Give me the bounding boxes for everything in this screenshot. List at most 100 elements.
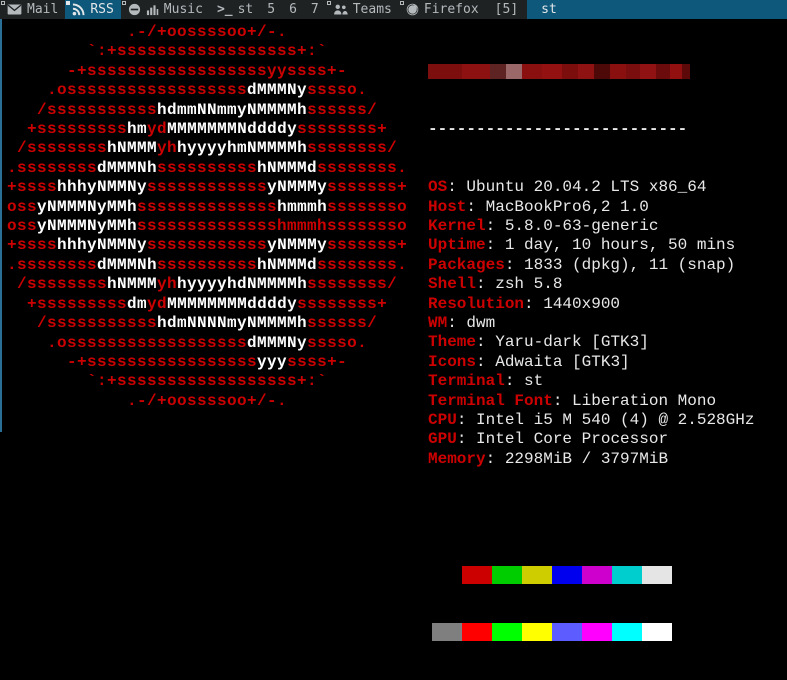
art-red-segment: +ssss [7,178,58,197]
client-indicator-hollow [121,1,126,5]
tag-label: Firefox [423,2,479,17]
art-white-segment: MMMMMMMMddddy [167,294,298,313]
ascii-art-line: +ssssssssshmydMMMMMMMNddddyssssssss+ [7,120,407,139]
equalizer-icon [146,3,159,16]
art-red-segment: yh [157,275,178,294]
ascii-art-line: +sssssssssdmydMMMMMMMMddddyssssssss+ [7,295,407,314]
window-title-area: st [527,0,787,19]
tag-5[interactable]: 5 [260,0,282,19]
tag-label: st [237,2,254,17]
info-row-resolution: Resolution: 1440x900 [428,295,754,314]
censor-block [522,64,542,79]
art-white-segment: hNMMMd [257,255,318,274]
art-red-segment: -+sssssssssssssssss [7,352,258,371]
info-label: Host [428,197,467,216]
info-separator: : [476,333,496,352]
art-red-segment: /sssssssssss [7,314,158,333]
tag-teams[interactable]: Teams [326,0,399,19]
info-row-host: Host: MacBookPro6,2 1.0 [428,198,754,217]
ascii-art-line: /sssssssshNMMMyhhyyyyhdNMMMMhssssssss/ [7,275,407,294]
ascii-art-line: `:+ssssssssssssssssss+:` [7,42,407,61]
window-border [0,19,2,432]
info-row-kernel: Kernel: 5.8.0-63-generic [428,217,754,236]
color-swatch [612,622,642,641]
terminal-prompt-icon: >_ [216,2,233,17]
art-red-segment: yh [157,139,178,158]
info-separator: : [552,391,573,410]
info-label: Theme [428,333,477,352]
info-label: Icons [428,352,477,371]
censor-block [462,64,490,79]
art-red-segment: oss [7,217,38,236]
art-white-segment: hNMMMd [257,158,318,177]
art-red-segment: ssssssssssss [147,178,268,197]
art-white-segment: hdmNNNNmyNMMMMh [157,314,308,333]
ascii-art-line: .ossssssssssssssssssdMMMNysssso. [7,334,407,353]
art-red-segment: sssssss+ [327,236,408,255]
art-red-segment: ssssssssss [157,158,258,177]
art-white-segment: hyyyyhmNMMMMh [177,139,308,158]
art-white-segment: dMMMNy [247,81,308,100]
tag-6[interactable]: 6 [282,0,304,19]
info-separator: : [466,197,486,216]
tag-rss[interactable]: RSS [65,0,121,19]
info-separator: : [485,449,505,468]
ascii-art-line: ossyNMMMNyMMhsssssssssssssshmmmhssssssso [7,198,407,217]
tag-label: Music [163,2,203,17]
ascii-art-line: ossyNMMMNyMMhsssssssssssssshmmmhssssssso [7,217,407,236]
censor-block [670,64,682,79]
art-red-segment: .-/+oossssoo+/-. [7,391,288,410]
censor-block [640,64,656,79]
mail-icon [7,4,22,15]
art-white-segment: yyy [257,352,288,371]
art-red-segment: ssssss/ [307,314,378,333]
art-red-segment: ssssssss. [317,255,408,274]
art-red-segment: oss [7,197,38,216]
art-red-segment: .-/+oossssoo+/-. [7,23,288,41]
info-value: Adwaita [GTK3] [495,352,630,371]
art-red-segment: +sssssssss [7,120,128,139]
color-swatch [552,566,582,585]
color-swatch [522,622,552,641]
info-separator: : [504,372,525,391]
tag-music[interactable]: Music [121,0,210,19]
art-red-segment: -+ssssssssssssssssssyyssss+- [7,61,348,80]
info-row-packages: Packages: 1833 (dpkg), 11 (snap) [428,256,754,275]
tag-7[interactable]: 7 [304,0,326,19]
info-row-memory: Memory: 2298MiB / 3797MiB [428,450,754,469]
info-row-cpu: CPU: Intel i5 M 540 (4) @ 2.528GHz [428,411,754,430]
info-separator: : [476,352,496,371]
art-white-segment: hNMMM [107,139,158,158]
client-indicator-hollow [1,1,5,5]
info-value: zsh 5.8 [495,275,563,294]
info-label: Resolution [428,294,525,313]
rss-icon [72,3,85,16]
art-red-segment: `:+ssssssssssssssssss+:` [7,372,328,391]
info-row-theme: Theme: Yaru-dark [GTK3] [428,333,754,352]
censor-bar [428,64,690,79]
censor-block [578,64,594,79]
terminal-window[interactable]: .-/+oossssoo+/-. `:+ssssssssssssssssss+:… [0,19,787,641]
info-row-terminal: Terminal: st [428,372,754,391]
tag-firefox[interactable]: Firefox [399,0,486,19]
censor-block [656,64,670,79]
ascii-art-line: +sssshhhyNMMNyssssssssssssyNMMMysssssss+ [7,236,407,255]
censor-block [428,64,462,79]
art-red-segment: ssssssss+ [297,120,388,139]
ascii-art-line: .ssssssssdMMMNhsssssssssshNMMMdssssssss. [7,159,407,178]
color-swatch [582,622,612,641]
client-indicator-hollow [399,1,404,5]
censor-block [562,64,578,79]
art-red-segment: /ssssssss [7,139,108,158]
client-indicator-filled [66,1,71,5]
tag-label: 6 [289,2,297,17]
censor-block [490,64,506,79]
art-red-segment: .ossssssssssssssssss [7,333,248,352]
tag-st[interactable]: >_ st [210,0,260,19]
tag-mail[interactable]: Mail [0,0,65,19]
neofetch-info-column: --------------------------- OS: Ubuntu 2… [428,23,754,680]
info-value: 5.8.0-63-generic [504,217,659,235]
layout-symbol: [5] [494,2,519,17]
info-separator: : [524,294,544,313]
